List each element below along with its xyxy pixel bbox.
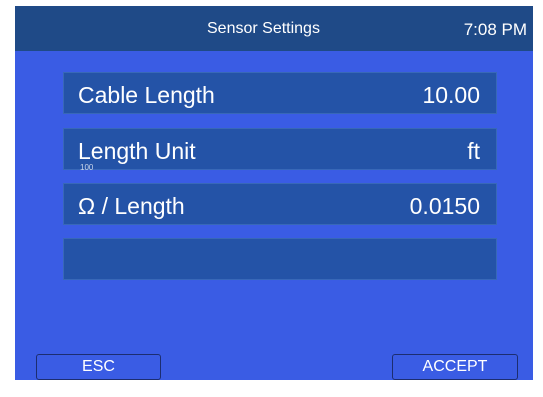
setting-row-cable-length[interactable]: Cable Length 10.00 [63, 72, 497, 114]
setting-row-ohm-per-length[interactable]: Ω / Length 0.0150 [63, 183, 497, 225]
setting-label: Length Unit [78, 138, 196, 164]
accept-button[interactable]: ACCEPT [392, 354, 518, 380]
esc-button[interactable]: ESC [36, 354, 161, 380]
device-frame: Sensor Settings 7:08 PM Cable Length 10.… [0, 0, 543, 397]
setting-label: Ω / Length [78, 193, 185, 219]
setting-value: 10.00 [422, 82, 480, 108]
underlay-text: 100 [80, 163, 94, 172]
setting-value: 0.0150 [409, 193, 480, 219]
clock: 7:08 PM [463, 20, 527, 39]
setting-label: Cable Length [78, 82, 215, 108]
setting-row-empty[interactable] [63, 238, 497, 280]
setting-row-length-unit[interactable]: Length Unit ft 100 [63, 128, 497, 172]
sensor-settings-screen: Sensor Settings 7:08 PM Cable Length 10.… [15, 6, 533, 380]
screen-title: Sensor Settings [207, 20, 320, 37]
title-bar: Sensor Settings 7:08 PM [15, 6, 533, 51]
setting-value: ft [467, 138, 480, 164]
